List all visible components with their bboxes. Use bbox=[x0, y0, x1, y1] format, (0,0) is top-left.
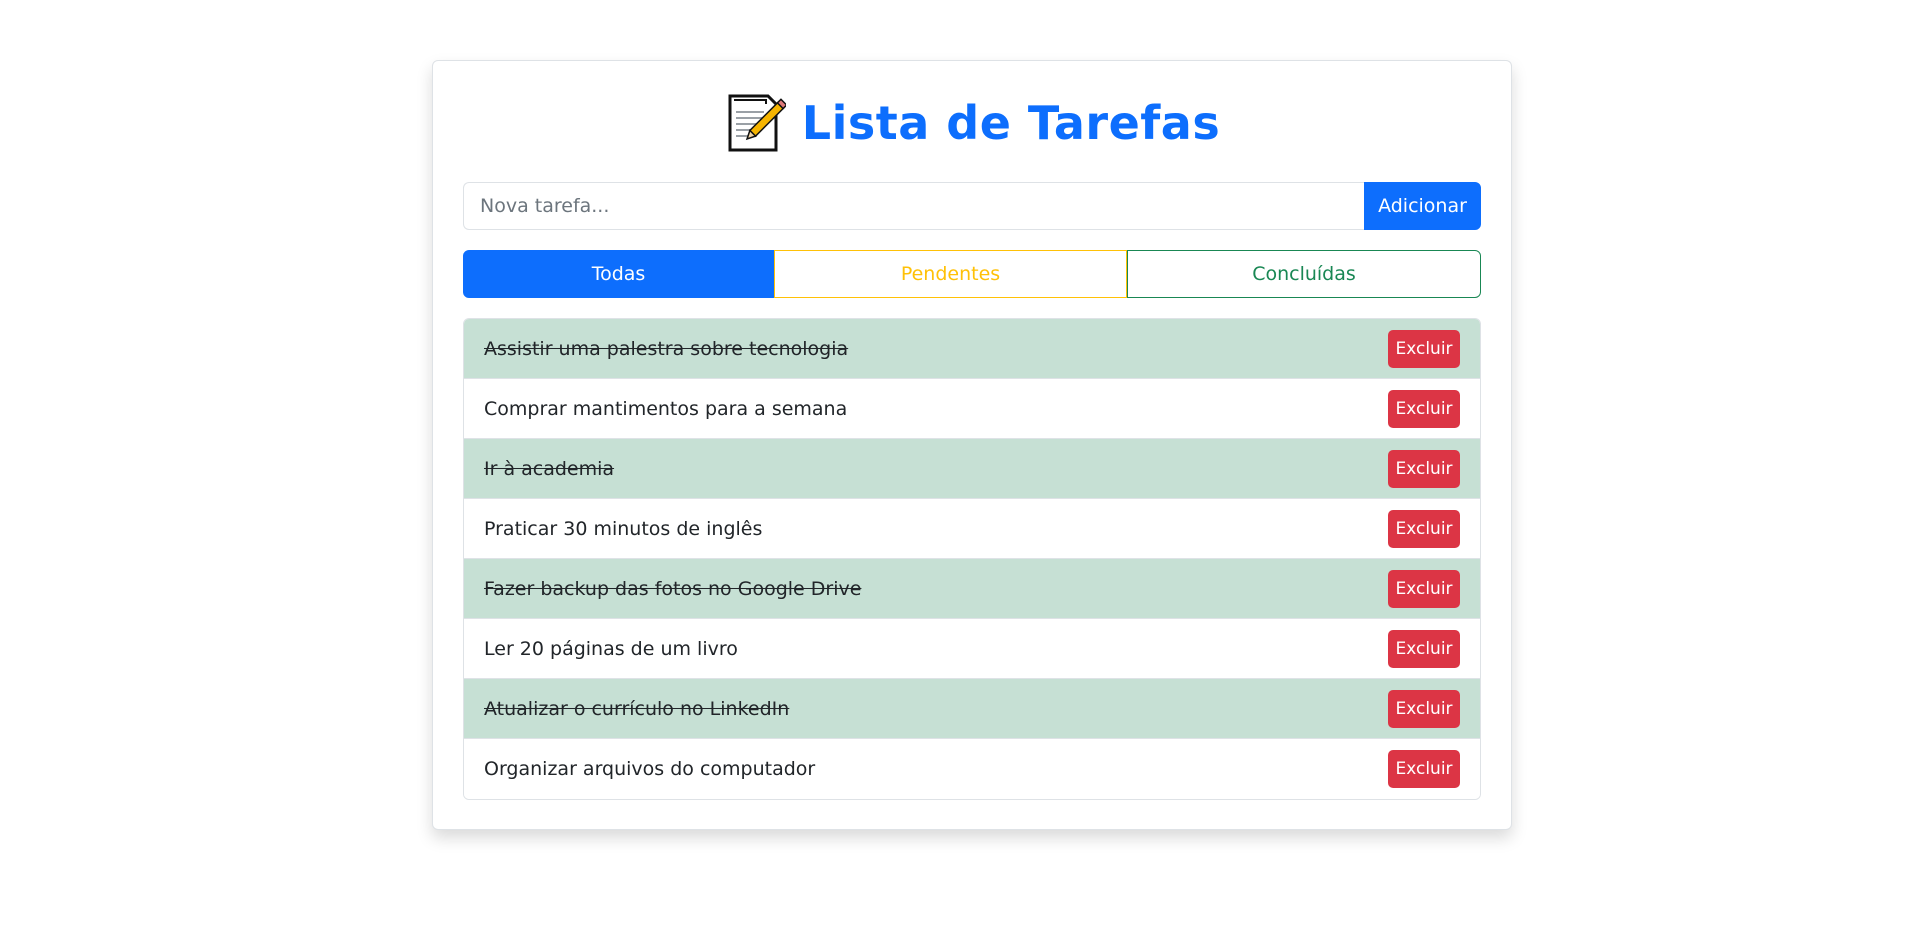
task-text: Ir à academia bbox=[484, 457, 615, 480]
filter-group: Todas Pendentes Concluídas bbox=[463, 250, 1481, 298]
filter-done-button[interactable]: Concluídas bbox=[1127, 250, 1481, 298]
task-item[interactable]: Comprar mantimentos para a semana Exclui… bbox=[464, 379, 1480, 439]
task-item[interactable]: Atualizar o currículo no LinkedIn Exclui… bbox=[464, 679, 1480, 739]
filter-all-button[interactable]: Todas bbox=[463, 250, 774, 298]
task-item[interactable]: Ler 20 páginas de um livro Excluir bbox=[464, 619, 1480, 679]
delete-task-button[interactable]: Excluir bbox=[1388, 569, 1460, 608]
new-task-input[interactable] bbox=[463, 182, 1364, 230]
task-item[interactable]: Organizar arquivos do computador Excluir bbox=[464, 739, 1480, 799]
filter-pending-button[interactable]: Pendentes bbox=[774, 250, 1127, 298]
task-list: Assistir uma palestra sobre tecnologia E… bbox=[463, 318, 1481, 800]
task-item[interactable]: Praticar 30 minutos de inglês Excluir bbox=[464, 499, 1480, 559]
task-item[interactable]: Ir à academia Excluir bbox=[464, 439, 1480, 499]
delete-task-button[interactable]: Excluir bbox=[1388, 689, 1460, 728]
delete-task-button[interactable]: Excluir bbox=[1388, 629, 1460, 668]
task-text: Ler 20 páginas de um livro bbox=[484, 637, 738, 660]
task-text: Comprar mantimentos para a semana bbox=[484, 397, 848, 420]
task-text: Fazer backup das fotos no Google Drive bbox=[484, 577, 862, 600]
delete-task-button[interactable]: Excluir bbox=[1388, 750, 1460, 788]
delete-task-button[interactable]: Excluir bbox=[1388, 509, 1460, 548]
task-text: Atualizar o currículo no LinkedIn bbox=[484, 697, 790, 720]
delete-task-button[interactable]: Excluir bbox=[1388, 329, 1460, 368]
new-task-form: Adicionar bbox=[463, 182, 1481, 230]
delete-task-button[interactable]: Excluir bbox=[1388, 389, 1460, 428]
add-task-button[interactable]: Adicionar bbox=[1364, 182, 1481, 230]
todo-card: Lista de Tarefas Adicionar Todas Pendent… bbox=[432, 60, 1512, 830]
memo-icon bbox=[724, 92, 788, 154]
page-title: Lista de Tarefas bbox=[463, 91, 1481, 155]
task-text: Praticar 30 minutos de inglês bbox=[484, 517, 763, 540]
task-item[interactable]: Fazer backup das fotos no Google Drive E… bbox=[464, 559, 1480, 619]
task-text: Assistir uma palestra sobre tecnologia bbox=[484, 337, 849, 360]
title-text: Lista de Tarefas bbox=[801, 96, 1221, 150]
task-text: Organizar arquivos do computador bbox=[484, 758, 816, 780]
delete-task-button[interactable]: Excluir bbox=[1388, 449, 1460, 488]
task-item[interactable]: Assistir uma palestra sobre tecnologia E… bbox=[464, 319, 1480, 379]
